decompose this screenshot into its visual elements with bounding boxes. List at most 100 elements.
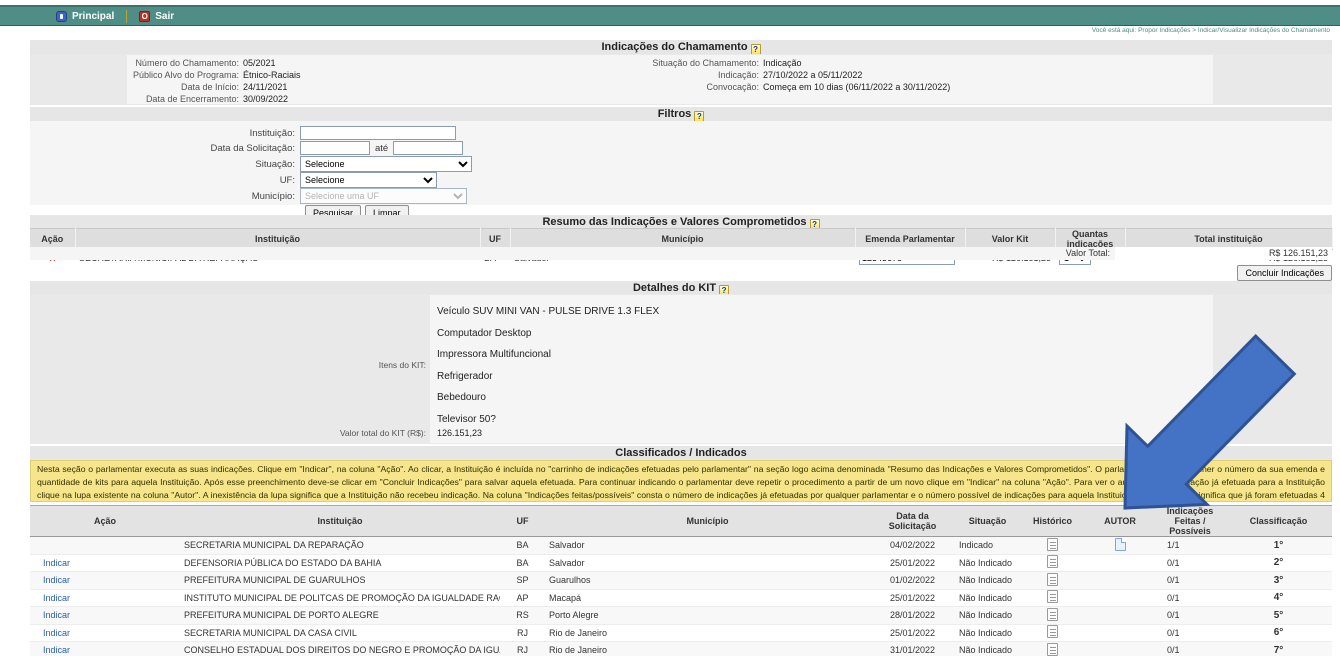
instituicao-input[interactable]: [300, 126, 456, 140]
chamamento-info-panel: Número do Chamamento:05/2021Público Alvo…: [30, 54, 1332, 105]
section-header-filtros: Filtros?: [30, 107, 1332, 121]
historico-icon[interactable]: [1047, 608, 1058, 621]
info-field-row: Data de Início:24/11/2021: [30, 81, 620, 93]
menu-principal[interactable]: Principal: [56, 11, 114, 22]
column-header: Data da Solicitação: [870, 506, 955, 537]
cell-indicacoes-feitas: 0/1: [1155, 642, 1225, 656]
municipio-select[interactable]: Selecione uma UF: [300, 188, 467, 204]
cell-uf: RS: [500, 607, 545, 625]
cell-instituicao: INSTITUTO MUNICIPAL DE POLITCAS DE PROMO…: [180, 589, 500, 607]
info-field-row: Indicação:27/10/2022 a 05/11/2022: [620, 69, 1116, 81]
filtros-panel: Instituição: Data da Solicitação: até Si…: [30, 121, 1332, 205]
table-row: Indicar CONSELHO ESTADUAL DOS DIREITOS D…: [30, 642, 1332, 656]
cell-situacao: Não Indicado: [955, 624, 1020, 642]
cell-uf: RJ: [500, 642, 545, 656]
historico-icon[interactable]: [1047, 590, 1058, 603]
indicar-link[interactable]: Indicar: [43, 558, 70, 568]
concluir-indicacoes-button[interactable]: Concluir Indicações: [1237, 265, 1332, 281]
table-row: Indicar SECRETARIA MUNICIPAL DA CASA CIV…: [30, 624, 1332, 642]
menu-divider: [126, 10, 127, 23]
cell-uf: SP: [500, 572, 545, 590]
field-label: Convocação:: [620, 81, 763, 93]
historico-icon[interactable]: [1047, 555, 1058, 568]
cell-classificacao: 4°: [1225, 589, 1332, 607]
info-field-row: Situação do Chamamento:Indicação: [620, 57, 1116, 69]
cell-indicacoes-feitas: 0/1: [1155, 624, 1225, 642]
historico-icon[interactable]: [1047, 643, 1058, 656]
classificados-header-row: AçãoInstituiçãoUFMunicípioData da Solici…: [30, 506, 1332, 537]
cell-situacao: Não Indicado: [955, 589, 1020, 607]
cell-classificacao: 3°: [1225, 572, 1332, 590]
kit-item: Computador Desktop: [437, 328, 659, 339]
cell-indicacoes-feitas: 0/1: [1155, 607, 1225, 625]
cell-municipio: Guarulhos: [545, 572, 870, 590]
data-fim-input[interactable]: [393, 141, 463, 155]
indicar-link[interactable]: Indicar: [43, 575, 70, 585]
valor-total-value: R$ 126.151,23: [1115, 247, 1332, 260]
info-field-row: Data de Encerramento:30/09/2022: [30, 93, 620, 105]
historico-icon[interactable]: [1047, 573, 1058, 586]
info-field-row: Público Alvo do Programa:Étnico-Raciais: [30, 69, 620, 81]
page: Principal O Sair Você está aqui: Propor …: [0, 0, 1340, 656]
cell-classificacao: 6°: [1225, 624, 1332, 642]
cell-uf: RJ: [500, 624, 545, 642]
menu-sair[interactable]: O Sair: [139, 11, 174, 22]
data-inicio-input[interactable]: [300, 141, 370, 155]
kit-item: Impressora Multifuncional: [437, 349, 659, 360]
indicar-link[interactable]: Indicar: [43, 645, 70, 655]
column-header: AUTOR: [1085, 506, 1155, 537]
cell-indicacoes-feitas: 0/1: [1155, 554, 1225, 572]
historico-icon[interactable]: [1047, 625, 1058, 638]
cell-instituicao: DEFENSORIA PÚBLICA DO ESTADO DA BAHIA: [180, 554, 500, 572]
section-title-chamamento: Indicações do Chamamento: [601, 41, 747, 53]
sair-icon: O: [139, 11, 150, 22]
cell-data-solicitacao: 25/01/2022: [870, 554, 955, 572]
column-header: Situação: [955, 506, 1020, 537]
cell-classificacao: 2°: [1225, 554, 1332, 572]
uf-select[interactable]: Selecione: [300, 172, 437, 188]
cell-situacao: Indicado: [955, 537, 1020, 555]
cell-uf: AP: [500, 589, 545, 607]
cell-situacao: Não Indicado: [955, 554, 1020, 572]
field-value: Começa em 10 dias (06/11/2022 a 30/11/20…: [763, 81, 950, 93]
section-header-resumo: Resumo das Indicações e Valores Comprome…: [30, 215, 1332, 229]
section-header-classificados: Classificados / Indicados: [30, 446, 1332, 460]
kit-item: Refrigerador: [437, 371, 659, 382]
instituicao-label: Instituição:: [30, 128, 300, 139]
column-header: Ação: [30, 506, 180, 537]
section-title-classificados: Classificados / Indicados: [615, 447, 746, 459]
cell-municipio: Rio de Janeiro: [545, 642, 870, 656]
indicar-link[interactable]: Indicar: [43, 593, 70, 603]
column-header: Histórico: [1020, 506, 1085, 537]
cell-classificacao: 7°: [1225, 642, 1332, 656]
municipio-label: Município:: [30, 191, 300, 202]
table-row: Indicar INSTITUTO MUNICIPAL DE POLITCAS …: [30, 589, 1332, 607]
indicar-link[interactable]: Indicar: [43, 628, 70, 638]
field-value: 05/2021: [243, 57, 276, 69]
cell-situacao: Não Indicado: [955, 607, 1020, 625]
classificados-table: AçãoInstituiçãoUFMunicípioData da Solici…: [30, 505, 1332, 656]
cell-data-solicitacao: 25/01/2022: [870, 589, 955, 607]
field-label: Público Alvo do Programa:: [30, 69, 243, 81]
indicar-link[interactable]: Indicar: [43, 610, 70, 620]
column-header: Município: [545, 506, 870, 537]
cell-data-solicitacao: 25/01/2022: [870, 624, 955, 642]
kit-panel: Itens do KIT: Veículo SUV MINI VAN - PUL…: [30, 294, 1332, 444]
cell-municipio: Salvador: [545, 537, 870, 555]
info-field-row: Número do Chamamento:05/2021: [30, 57, 620, 69]
cell-uf: BA: [500, 554, 545, 572]
situacao-select[interactable]: Selecione: [300, 156, 472, 172]
historico-icon[interactable]: [1047, 538, 1058, 551]
kit-item: Veículo SUV MINI VAN - PULSE DRIVE 1.3 F…: [437, 306, 659, 317]
cell-instituicao: PREFEITURA MUNICIPAL DE PORTO ALEGRE: [180, 607, 500, 625]
section-title-filtros: Filtros: [658, 108, 692, 120]
autor-lupa-icon[interactable]: [1115, 538, 1126, 551]
cell-indicacoes-feitas: 1/1: [1155, 537, 1225, 555]
field-value: 30/09/2022: [243, 93, 288, 105]
field-value: 24/11/2021: [243, 81, 287, 93]
field-label: Número do Chamamento:: [30, 57, 243, 69]
column-header: Classificação: [1225, 506, 1332, 537]
cell-classificacao: 1°: [1225, 537, 1332, 555]
instructions-banner: Nesta seção o parlamentar executa as sua…: [30, 460, 1332, 502]
column-header: UF: [500, 506, 545, 537]
